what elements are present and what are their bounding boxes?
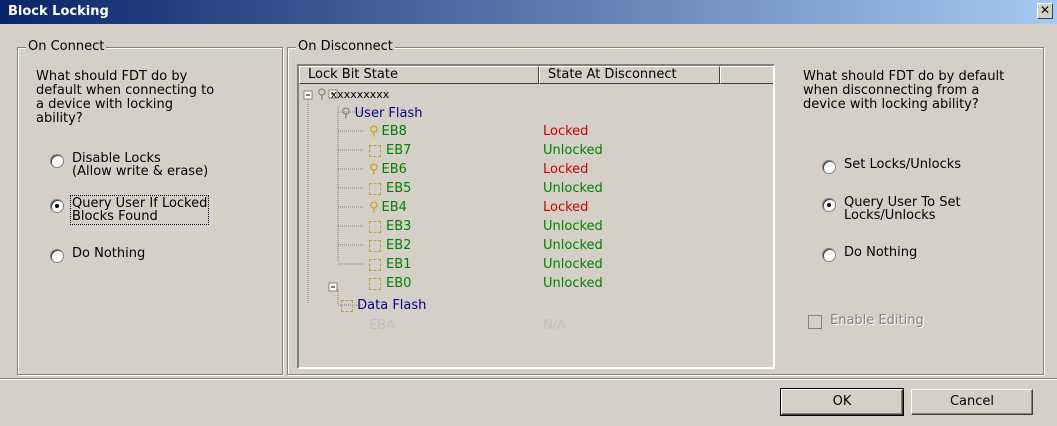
state-cell-eb3: Unlocked xyxy=(543,219,603,234)
title-bar: Block Locking ✕ xyxy=(0,0,1057,24)
radio-icon[interactable] xyxy=(822,160,836,174)
block-label: EB8 xyxy=(381,124,407,139)
tree-node-root[interactable]: ⚲ xxxxxxxxx xyxy=(317,85,389,104)
radio-label: Do Nothing xyxy=(844,245,918,260)
radio-icon[interactable] xyxy=(50,249,64,263)
unlocked-box-icon xyxy=(369,220,381,233)
radio-icon[interactable] xyxy=(50,154,64,168)
unlocked-box-icon xyxy=(369,144,381,157)
unlocked-box-icon xyxy=(369,182,381,195)
close-icon: ✕ xyxy=(1039,3,1051,17)
unlocked-box-icon xyxy=(369,258,381,271)
tree-node-eb7[interactable]: EB7 xyxy=(369,141,411,160)
radio-label: Do Nothing xyxy=(72,246,146,261)
footer-divider xyxy=(0,378,1057,380)
tree-node-eb3[interactable]: EB3 xyxy=(369,217,411,236)
radio-label: Query User If Locked Blocks Found xyxy=(69,195,210,225)
unlocked-box-icon xyxy=(369,239,381,252)
radio-query-user-to-set[interactable]: Query User To Set Locks/Unlocks xyxy=(822,196,961,222)
block-label: EBA xyxy=(369,318,396,333)
state-cell-eb8: Locked xyxy=(543,124,589,139)
checkbox-box[interactable] xyxy=(808,315,822,329)
checkbox-label: Enable Editing xyxy=(830,313,924,328)
ok-button[interactable]: OK xyxy=(780,388,904,416)
root-label: xxxxxxxxx xyxy=(330,88,390,101)
lock-bit-tree[interactable]: Lock Bit State State At Disconnect ⚲ xxx… xyxy=(297,64,775,369)
on-connect-label: On Connect xyxy=(26,39,107,54)
radio-label: Set Locks/Unlocks xyxy=(844,157,962,172)
cancel-button[interactable]: Cancel xyxy=(911,389,1033,415)
enable-editing-checkbox[interactable]: Enable Editing xyxy=(808,314,924,329)
tree-node-eba[interactable]: EBA xyxy=(369,316,395,335)
block-label: EB5 xyxy=(386,181,412,196)
block-label: EB0 xyxy=(386,276,412,291)
radio-set-locks-unlocks[interactable]: Set Locks/Unlocks xyxy=(822,158,961,174)
key-icon: ⚲ xyxy=(341,106,351,121)
state-cell-eb6: Locked xyxy=(543,162,589,177)
state-cell-eba: N/A xyxy=(543,318,566,333)
state-cell-eb5: Unlocked xyxy=(543,181,603,196)
radio-disable-locks[interactable]: Disable Locks (Allow write & erase) xyxy=(50,152,208,178)
radio-icon[interactable] xyxy=(822,248,836,262)
unlocked-box-icon xyxy=(341,299,353,312)
radio-do-nothing-disconnect[interactable]: Do Nothing xyxy=(822,246,917,262)
tree-node-data-flash[interactable]: Data Flash xyxy=(341,296,426,315)
block-label: EB4 xyxy=(381,200,407,215)
user-flash-label: User Flash xyxy=(354,106,423,121)
tree-node-eb5[interactable]: EB5 xyxy=(369,179,411,198)
on-disconnect-label: On Disconnect xyxy=(296,39,395,54)
tree-node-eb2[interactable]: EB2 xyxy=(369,236,411,255)
state-cell-eb2: Unlocked xyxy=(543,238,603,253)
block-label: EB1 xyxy=(386,257,412,272)
key-icon: ⚲ xyxy=(317,87,327,102)
close-button[interactable]: ✕ xyxy=(1037,3,1053,19)
block-label: EB2 xyxy=(386,238,412,253)
state-cell-eb1: Unlocked xyxy=(543,257,603,272)
window-title: Block Locking xyxy=(8,4,109,19)
on-disconnect-description: What should FDT do by default when disco… xyxy=(803,69,1005,112)
on-connect-description: What should FDT do by default when conne… xyxy=(36,69,215,126)
tree-node-user-flash[interactable]: ⚲ User Flash xyxy=(341,104,423,123)
tree-node-eb1[interactable]: EB1 xyxy=(369,255,411,274)
state-cell-eb4: Locked xyxy=(543,200,589,215)
radio-icon[interactable] xyxy=(822,198,836,212)
radio-do-nothing-connect[interactable]: Do Nothing xyxy=(50,247,145,263)
radio-icon[interactable] xyxy=(50,199,64,213)
state-cell-eb0: Unlocked xyxy=(543,276,603,291)
key-icon: ⚲ xyxy=(369,124,379,139)
key-icon: ⚲ xyxy=(369,162,379,177)
tree-node-eb8[interactable]: ⚲ EB8 xyxy=(369,122,407,141)
radio-label: Disable Locks (Allow write & erase) xyxy=(72,151,209,179)
tree-node-eb6[interactable]: ⚲ EB6 xyxy=(369,160,407,179)
block-label: EB6 xyxy=(381,162,407,177)
block-label: EB7 xyxy=(386,143,412,158)
tree-node-eb0[interactable]: EB0 xyxy=(369,274,411,293)
unlocked-box-icon xyxy=(369,277,381,290)
key-icon: ⚲ xyxy=(369,200,379,215)
tree-node-eb4[interactable]: ⚲ EB4 xyxy=(369,198,407,217)
radio-label: Query User To Set Locks/Unlocks xyxy=(844,195,961,223)
data-flash-label: Data Flash xyxy=(357,298,427,313)
block-label: EB3 xyxy=(386,219,412,234)
state-cell-eb7: Unlocked xyxy=(543,143,603,158)
radio-query-user-if-locked[interactable]: Query User If Locked Blocks Found xyxy=(50,195,210,225)
